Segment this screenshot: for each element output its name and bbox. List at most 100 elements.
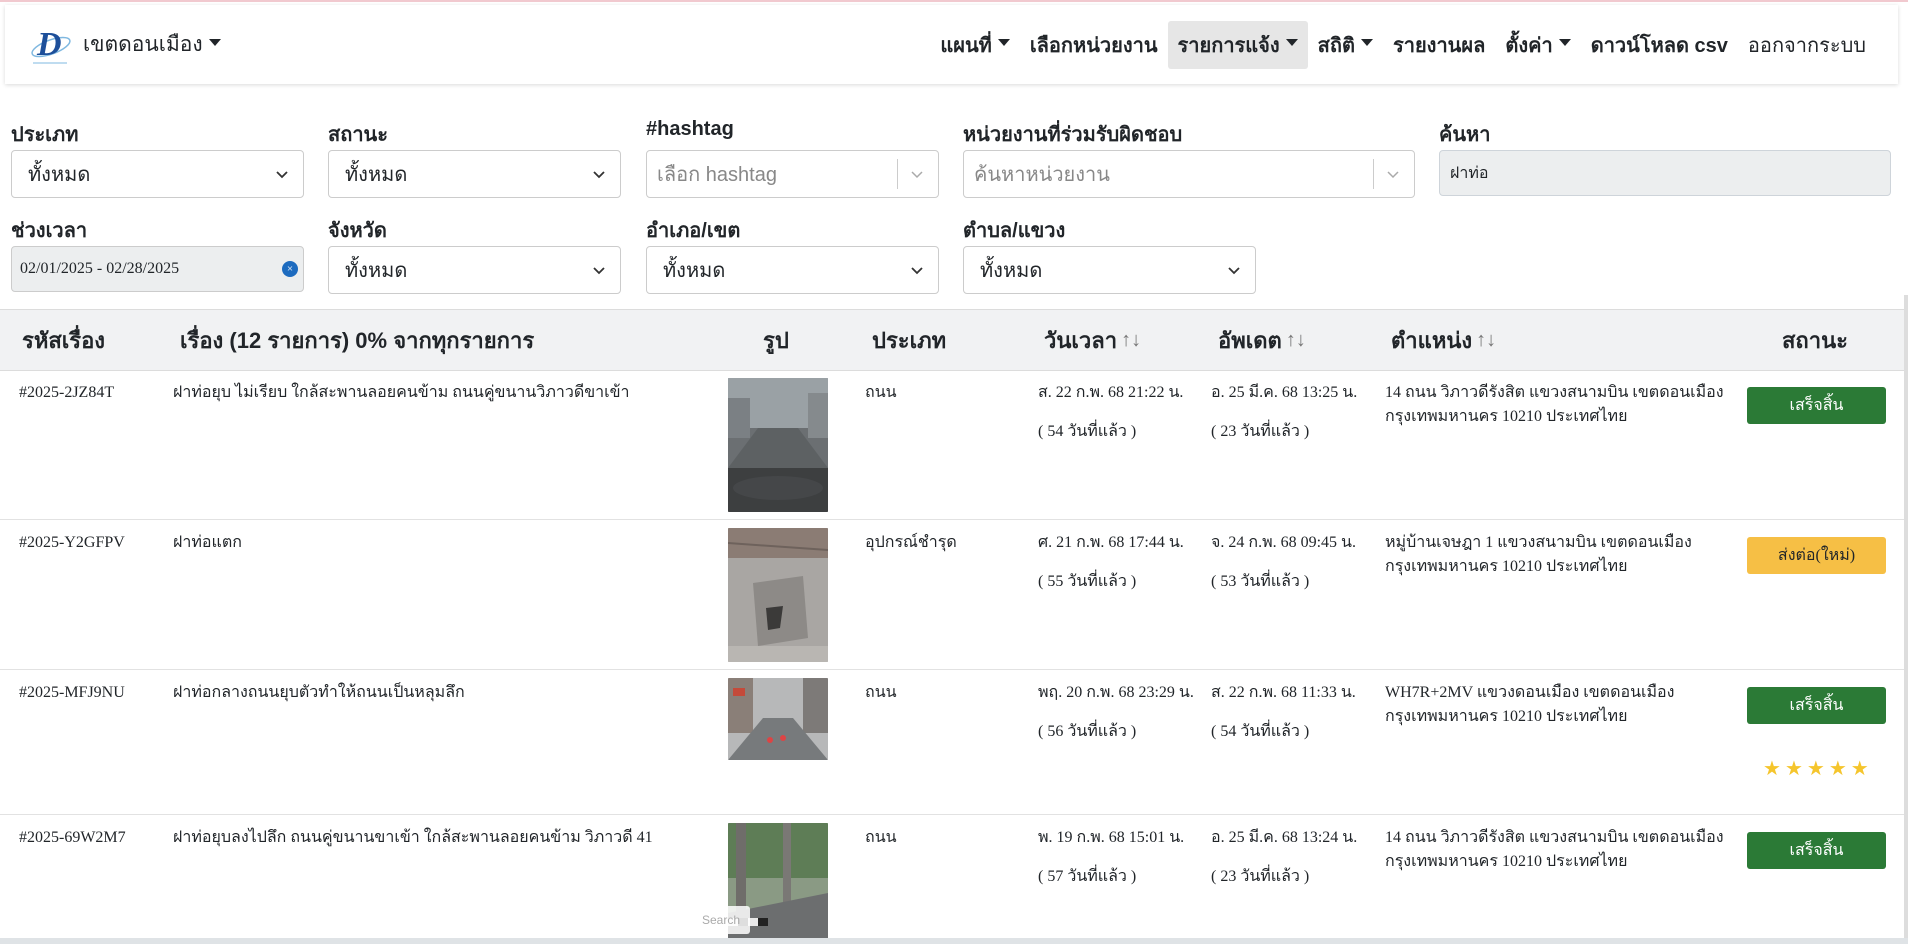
filter-status-select[interactable]: ทั้งหมด (328, 150, 621, 198)
filter-search-label: ค้นหา (1439, 124, 1491, 146)
row-photo-thumbnail[interactable] (728, 528, 828, 662)
nav-map[interactable]: แผนที่ (930, 21, 1019, 69)
chevron-down-icon (1360, 39, 1373, 46)
row-date-ago: ( 54 วันที่แล้ว ) (1038, 423, 1137, 440)
status-badge[interactable]: เสร็จสิ้น (1747, 387, 1886, 424)
filter-subdistrict-value: ทั้งหมด (980, 260, 1043, 282)
col-header-image: รูป (763, 327, 789, 353)
horizontal-scrollbar[interactable] (0, 938, 1908, 944)
filter-status-value: ทั้งหมด (345, 164, 408, 186)
table-row[interactable]: #2025-Y2GFPV ฝาท่อแตก อุปกรณ์ชำรุด ศ. 21… (0, 521, 1905, 670)
row-location-line2: กรุงเทพมหานคร 10210 ประเทศไทย (1385, 708, 1628, 725)
row-type: ถนน (865, 384, 897, 401)
col-header-datetime[interactable]: วันเวลา ↑↓ (1044, 310, 1141, 370)
row-location: 14 ถนน วิภาวดีรังสิต แขวงสนามบิน เขตดอนเ… (1385, 381, 1724, 429)
select-separator (1373, 159, 1374, 189)
row-id[interactable]: #2025-Y2GFPV (19, 531, 125, 555)
table-row[interactable]: #2025-69W2M7 ฝาท่อยุบลงไปลึก ถนนคู่ขนานข… (0, 816, 1905, 944)
row-title[interactable]: ฝาท่อยุบ ไม่เรียบ ใกล้สะพานลอยคนข้าม ถนน… (173, 381, 630, 405)
nav-settings[interactable]: ตั้งค่า (1495, 21, 1580, 69)
nav-select-agency[interactable]: เลือกหน่วยงาน (1020, 21, 1168, 69)
filter-district-value: ทั้งหมด (663, 260, 726, 282)
filter-district-label: อำเภอ/เขต (646, 220, 741, 242)
nav-report-results-label: รายงานผล (1392, 34, 1486, 57)
nav-statistics[interactable]: สถิติ (1308, 21, 1383, 69)
table-row[interactable]: #2025-MFJ9NU ฝาท่อกลางถนนยุบตัวทำให้ถนนเ… (0, 671, 1905, 815)
nav-statistics-label: สถิติ (1317, 34, 1355, 57)
status-badge[interactable]: เสร็จสิ้น (1747, 687, 1886, 724)
row-location-line1: หมู่บ้านเจษฎา 1 แขวงสนามบิน เขตดอนเมือง (1385, 534, 1692, 551)
vertical-scrollbar[interactable] (1904, 295, 1908, 944)
row-type: ถนน (865, 829, 897, 846)
row-id[interactable]: #2025-69W2M7 (19, 826, 126, 850)
col-header-location-label: ตำแหน่ง (1391, 327, 1473, 353)
nav-logout-label: ออกจากระบบ (1747, 34, 1866, 57)
table-row[interactable]: #2025-2JZ84T ฝาท่อยุบ ไม่เรียบ ใกล้สะพาน… (0, 371, 1905, 520)
row-title[interactable]: ฝาท่อแตก (173, 531, 242, 555)
row-id[interactable]: #2025-MFJ9NU (19, 681, 125, 705)
filter-hashtag-select[interactable]: เลือก hashtag (646, 150, 939, 198)
row-photo-thumbnail[interactable] (728, 378, 828, 512)
row-date: พฤ. 20 ก.พ. 68 23:29 น. (1038, 684, 1194, 701)
col-header-updated-label: อัพเดต (1218, 327, 1282, 353)
row-date: ศ. 21 ก.พ. 68 17:44 น. (1038, 534, 1184, 551)
filter-type-value: ทั้งหมด (28, 164, 91, 186)
nav-map-label: แผนที่ (940, 34, 992, 57)
row-updated-ago: ( 54 วันที่แล้ว ) (1211, 723, 1310, 740)
filter-subdistrict-label: ตำบล/แขวง (963, 220, 1066, 242)
chevron-down-icon (276, 171, 288, 179)
col-header-status: สถานะ (1782, 327, 1848, 353)
select-separator (897, 159, 898, 189)
col-header-location[interactable]: ตำแหน่ง ↑↓ (1391, 310, 1496, 370)
filter-subdistrict-select[interactable]: ทั้งหมด (963, 246, 1256, 294)
brand-name: เขตดอนเมือง (83, 33, 203, 56)
star-icon: ★ (1763, 758, 1781, 780)
chevron-down-icon (911, 171, 923, 179)
star-icon: ★ (1850, 758, 1869, 780)
navbar: D เขตดอนเมือง แผนที่ เลือกหน่วยงาน รายกา… (5, 5, 1898, 84)
row-updated: อ. 25 มี.ค. 68 13:25 น. ( 23 วันที่แล้ว … (1211, 381, 1357, 444)
brand-logo-icon: D (27, 23, 75, 67)
row-location-line2: กรุงเทพมหานคร 10210 ประเทศไทย (1385, 558, 1628, 575)
row-photo-thumbnail[interactable] (728, 678, 828, 760)
row-title[interactable]: ฝาท่อยุบลงไปลึก ถนนคู่ขนานขาเข้า ใกล้สะพ… (173, 826, 653, 850)
floating-search-box[interactable]: Search (690, 906, 750, 934)
nav-logout[interactable]: ออกจากระบบ (1738, 21, 1876, 69)
col-header-updated[interactable]: อัพเดต ↑↓ (1218, 310, 1306, 370)
nav-reports-list[interactable]: รายการแจ้ง (1167, 20, 1308, 69)
filter-district-select[interactable]: ทั้งหมด (646, 246, 939, 294)
row-title[interactable]: ฝาท่อกลางถนนยุบตัวทำให้ถนนเป็นหลุมลึก (173, 681, 465, 705)
date-range-value: 02/01/2025 - 02/28/2025 (20, 260, 180, 277)
filter-hashtag-label: #hashtag (646, 118, 734, 140)
row-updated-ago: ( 23 วันที่แล้ว ) (1211, 423, 1310, 440)
row-updated-date: จ. 24 ก.พ. 68 09:45 น. (1211, 534, 1356, 551)
filter-hashtag-placeholder: เลือก hashtag (657, 164, 777, 186)
nav-download-csv[interactable]: ดาวน์โหลด csv (1581, 21, 1738, 69)
nav-report-results[interactable]: รายงานผล (1383, 21, 1495, 69)
row-date: ส. 22 ก.พ. 68 21:22 น. (1038, 384, 1184, 401)
row-datetime: พ. 19 ก.พ. 68 15:01 น. ( 57 วันที่แล้ว ) (1038, 826, 1184, 889)
clear-date-icon[interactable]: × (282, 261, 298, 277)
status-badge[interactable]: เสร็จสิ้น (1747, 832, 1886, 869)
row-location: 14 ถนน วิภาวดีรังสิต แขวงสนามบิน เขตดอนเ… (1385, 826, 1724, 874)
nav-select-agency-label: เลือกหน่วยงาน (1029, 34, 1158, 57)
status-badge[interactable]: ส่งต่อ(ใหม่) (1747, 537, 1886, 574)
filter-agency-select[interactable]: ค้นหาหน่วยงาน (963, 150, 1415, 198)
row-updated-ago: ( 23 วันที่แล้ว ) (1211, 868, 1310, 885)
sort-icon: ↑↓ (1476, 328, 1497, 351)
row-location-line1: WH7R+2MV แขวงดอนเมือง เขตดอนเมือง (1385, 684, 1675, 701)
date-range-input[interactable]: 02/01/2025 - 02/28/2025 × (11, 246, 304, 292)
star-icon: ★ (1806, 758, 1825, 780)
search-input[interactable]: ฝาท่อ (1439, 150, 1891, 196)
filter-province-select[interactable]: ทั้งหมด (328, 246, 621, 294)
row-id[interactable]: #2025-2JZ84T (19, 381, 114, 405)
brand-dropdown[interactable]: D เขตดอนเมือง (27, 23, 221, 67)
row-location: WH7R+2MV แขวงดอนเมือง เขตดอนเมือง กรุงเท… (1385, 681, 1674, 729)
filter-province-label: จังหวัด (328, 220, 387, 242)
filter-period-label: ช่วงเวลา (11, 220, 88, 242)
row-location-line1: 14 ถนน วิภาวดีรังสิต แขวงสนามบิน เขตดอนเ… (1385, 829, 1724, 846)
svg-text:D: D (36, 26, 62, 63)
filter-type-select[interactable]: ทั้งหมด (11, 150, 304, 198)
row-datetime: ส. 22 ก.พ. 68 21:22 น. ( 54 วันที่แล้ว ) (1038, 381, 1183, 444)
row-location-line2: กรุงเทพมหานคร 10210 ประเทศไทย (1385, 853, 1628, 870)
